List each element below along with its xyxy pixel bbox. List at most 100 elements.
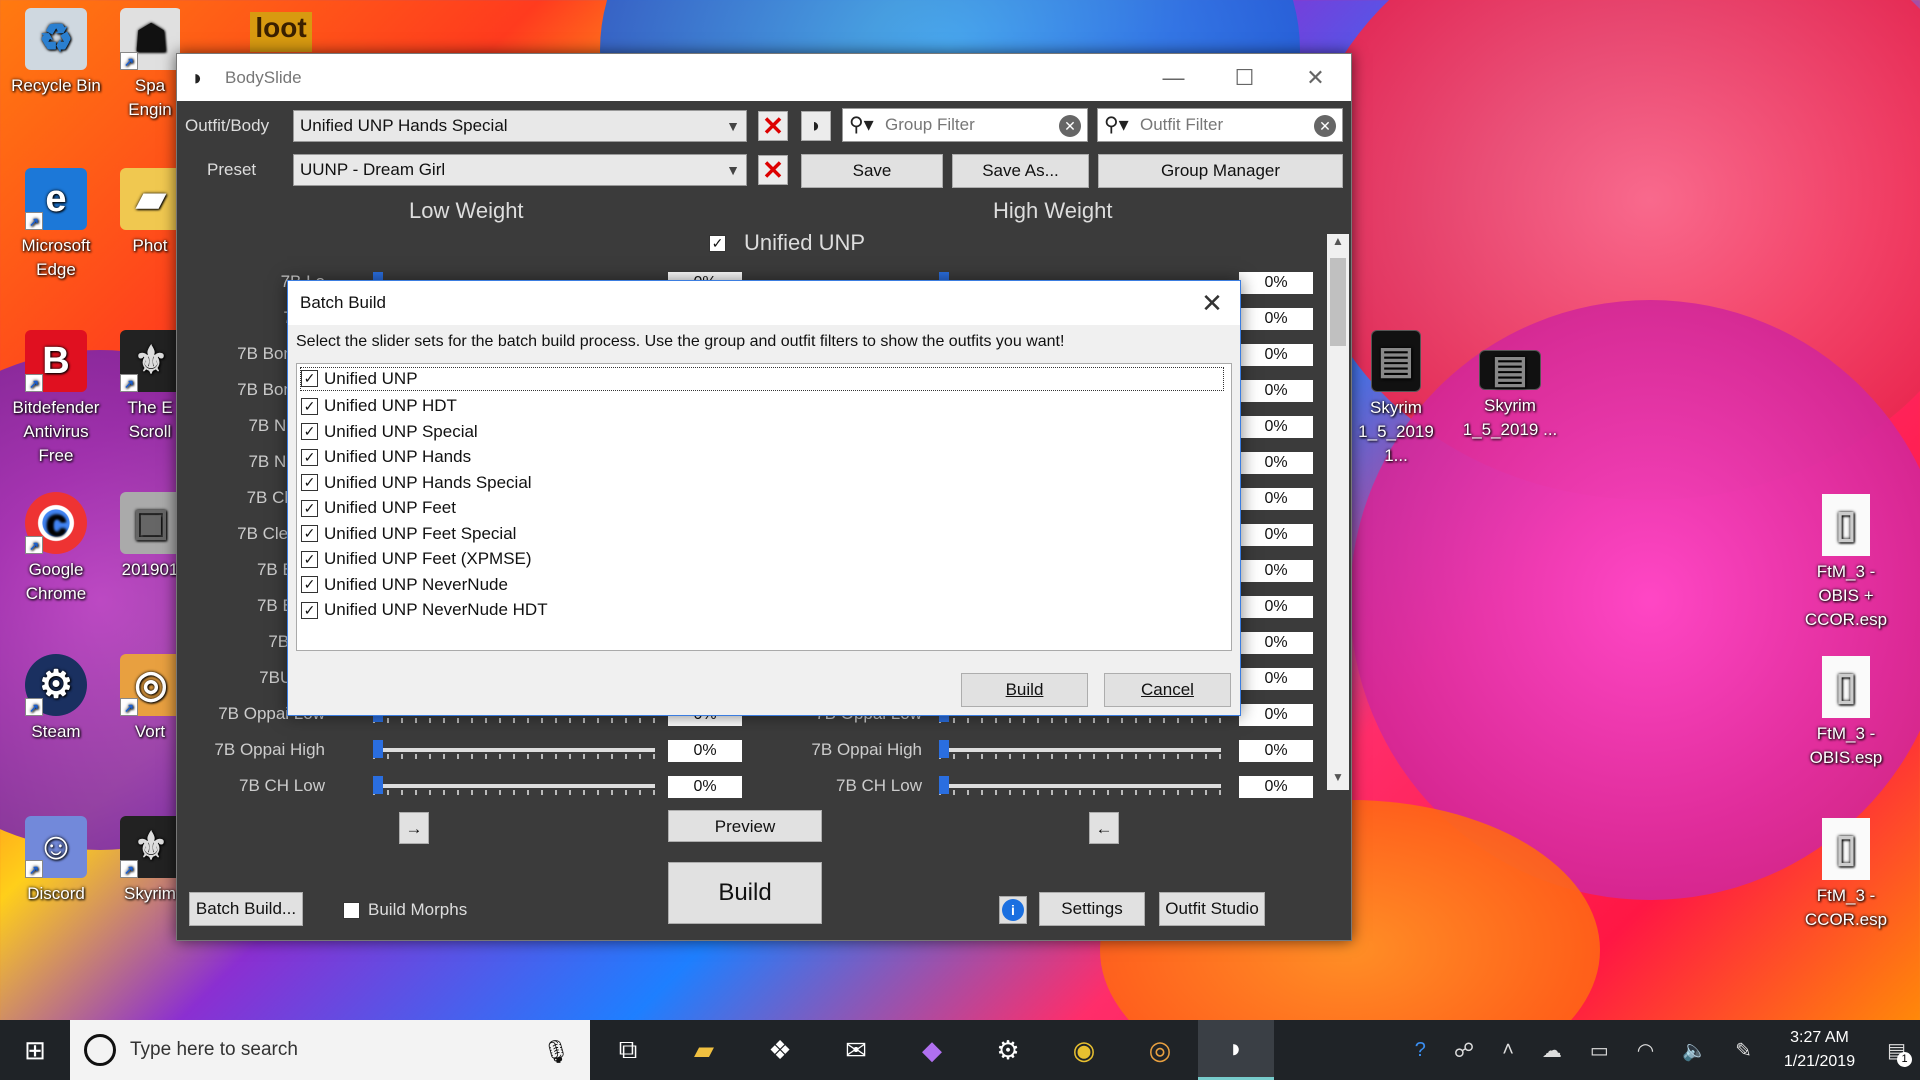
build-morphs-checkbox[interactable]	[343, 901, 360, 919]
clear-group-filter-icon[interactable]: ✕	[1059, 115, 1081, 137]
high-weight-value[interactable]: 0%	[1239, 776, 1313, 798]
outfit-studio-button[interactable]: Outfit Studio	[1159, 892, 1265, 926]
microphone-icon[interactable]: 🎙	[542, 1036, 570, 1068]
action-center-icon[interactable]: ▤ 1	[1887, 1038, 1912, 1067]
slider-set-item-checkbox[interactable]: ✓	[301, 474, 318, 492]
task-view-icon[interactable]: ⧉	[590, 1020, 666, 1080]
slider-set-item-checkbox[interactable]: ✓	[301, 576, 318, 594]
high-weight-value[interactable]: 0%	[1239, 488, 1313, 510]
desktop-icon-201901[interactable]: ▣ 201901	[120, 492, 180, 582]
bodyslide-taskbar-icon[interactable]: ◗	[1198, 1020, 1274, 1080]
scroll-up-icon[interactable]: ▲	[1327, 234, 1349, 254]
group-manager-button[interactable]: Group Manager	[1098, 154, 1343, 188]
desktop-icon-edge[interactable]: e ↗ Microsoft Edge	[8, 168, 104, 282]
high-weight-slider[interactable]	[939, 776, 1221, 796]
info-button[interactable]: i	[999, 896, 1027, 924]
high-weight-slider[interactable]	[939, 740, 1221, 760]
desktop-icon-ftm-obis-ccor[interactable]: ▯ FtM_3 - OBIS + CCOR.esp	[1798, 494, 1894, 632]
desktop-icon-vortex[interactable]: ◎ ↗ Vort	[120, 654, 180, 744]
preset-select[interactable]: UUNP - Dream Girl ▼	[293, 154, 747, 186]
sliders-scrollbar[interactable]: ▲ ▼	[1327, 234, 1349, 790]
battery-icon[interactable]: ▭	[1590, 1038, 1609, 1063]
slider-set-list[interactable]: ✓ Unified UNP ✓ Unified UNP HDT ✓ Unified UNP…	[296, 363, 1232, 651]
slider-knob[interactable]	[373, 776, 383, 794]
dialog-build-button[interactable]: Build	[961, 673, 1088, 707]
desktop-icon-spa-engine[interactable]: ☗ ↗ Spa Engin	[120, 8, 180, 122]
high-weight-value[interactable]: 0%	[1239, 632, 1313, 654]
slider-set-item-checkbox[interactable]: ✓	[301, 397, 318, 415]
high-weight-value[interactable]: 0%	[1239, 560, 1313, 582]
taskbar-clock[interactable]: 3:27 AM 1/21/2019	[1784, 1026, 1855, 1074]
slider-set-item[interactable]: ✓ Unified UNP Feet	[297, 496, 1231, 522]
close-button[interactable]: ✕	[1280, 65, 1351, 91]
steam-taskbar-icon[interactable]: ⚙	[970, 1020, 1046, 1080]
high-weight-value[interactable]: 0%	[1239, 704, 1313, 726]
slider-set-item[interactable]: ✓ Unified UNP Feet Special	[297, 521, 1231, 547]
taskbar-search-box[interactable]: Type here to search 🎙	[70, 1020, 590, 1080]
high-weight-value[interactable]: 0%	[1239, 380, 1313, 402]
low-weight-slider[interactable]	[373, 740, 655, 760]
desktop-icon-skyrim-screenshot-2[interactable]: ▤ Skyrim 1_5_2019 ...	[1462, 330, 1558, 442]
settings-button[interactable]: Settings	[1039, 892, 1145, 926]
dialog-cancel-button[interactable]: Cancel	[1104, 673, 1231, 707]
slider-set-item-checkbox[interactable]: ✓	[301, 370, 318, 388]
high-weight-value[interactable]: 0%	[1239, 668, 1313, 690]
preview-button[interactable]: Preview	[668, 810, 822, 842]
low-weight-slider[interactable]	[373, 776, 655, 796]
slider-set-item[interactable]: ✓ Unified UNP Hands Special	[297, 470, 1231, 496]
build-morphs-option[interactable]: Build Morphs	[343, 900, 467, 920]
minimize-button[interactable]: —	[1138, 65, 1209, 91]
slider-set-item[interactable]: ✓ Unified UNP Feet (XPMSE)	[297, 547, 1231, 573]
vortex-taskbar-icon[interactable]: ◎	[1122, 1020, 1198, 1080]
desktop-icon-steam[interactable]: ⚙ ↗ Steam	[8, 654, 104, 744]
volume-icon[interactable]: 🔈	[1682, 1038, 1707, 1063]
chrome-taskbar-icon[interactable]: ◉	[1046, 1020, 1122, 1080]
high-weight-value[interactable]: 0%	[1239, 452, 1313, 474]
save-button[interactable]: Save	[801, 154, 943, 188]
onedrive-icon[interactable]: ☁	[1542, 1038, 1562, 1063]
mail-icon[interactable]: ✉	[818, 1020, 894, 1080]
scrollbar-thumb[interactable]	[1330, 258, 1346, 346]
desktop-icon-discord[interactable]: ☺ ↗ Discord	[8, 816, 104, 906]
slider-set-item-checkbox[interactable]: ✓	[301, 499, 318, 517]
window-titlebar[interactable]: ◗ BodySlide — ☐ ✕	[177, 54, 1351, 101]
high-weight-value[interactable]: 0%	[1239, 344, 1313, 366]
desktop-icon-ftm-obis[interactable]: ▯ FtM_3 - OBIS.esp	[1798, 656, 1894, 770]
high-weight-value[interactable]: 0%	[1239, 740, 1313, 762]
loot-icon[interactable]: loot	[250, 12, 312, 52]
chevron-up-icon[interactable]: ˄	[1502, 1039, 1514, 1062]
desktop-icon-chrome[interactable]: c ↗ Google Chrome	[8, 492, 104, 606]
file-explorer-icon[interactable]: ▰	[666, 1020, 742, 1080]
slider-set-item-checkbox[interactable]: ✓	[301, 448, 318, 466]
scroll-down-icon[interactable]: ▼	[1327, 770, 1349, 790]
slider-set-checkbox[interactable]: ✓	[709, 234, 726, 252]
slider-set-item[interactable]: ✓ Unified UNP HDT	[297, 394, 1231, 420]
start-button[interactable]: ⊞	[0, 1035, 70, 1066]
high-weight-value[interactable]: 0%	[1239, 272, 1313, 294]
high-weight-value[interactable]: 0%	[1239, 596, 1313, 618]
desktop-icon-bitdefender[interactable]: B ↗ Bitdefender Antivirus Free	[8, 330, 104, 468]
slider-set-item-checkbox[interactable]: ✓	[301, 423, 318, 441]
desktop-icon-skyrim-screenshot-1[interactable]: ▤ Skyrim 1_5_2019 1...	[1348, 330, 1444, 468]
build-button[interactable]: Build	[668, 862, 822, 924]
clear-preset-button[interactable]: ✕	[758, 155, 788, 185]
high-weight-value[interactable]: 0%	[1239, 308, 1313, 330]
dialog-close-icon[interactable]: ✕	[1184, 288, 1240, 319]
high-weight-value[interactable]: 0%	[1239, 524, 1313, 546]
slider-knob[interactable]	[373, 740, 383, 758]
slider-set-item-checkbox[interactable]: ✓	[301, 550, 318, 568]
help-icon[interactable]: ?	[1415, 1039, 1426, 1062]
copy-right-button[interactable]: →	[399, 812, 429, 844]
high-weight-value[interactable]: 0%	[1239, 416, 1313, 438]
clear-outfit-filter-icon[interactable]: ✕	[1314, 115, 1336, 137]
slider-set-item[interactable]: ✓ Unified UNP Special	[297, 419, 1231, 445]
desktop-icon-skyrim[interactable]: ⚜ ↗ Skyrim	[120, 816, 180, 906]
pen-icon[interactable]: ✎	[1735, 1038, 1752, 1063]
desktop-icon-ftm-ccor[interactable]: ▯ FtM_3 - CCOR.esp	[1798, 818, 1894, 932]
copy-left-button[interactable]: ←	[1089, 812, 1119, 844]
dropbox-icon[interactable]: ❖	[742, 1020, 818, 1080]
slider-knob[interactable]	[939, 740, 949, 758]
people-icon[interactable]: ☍	[1454, 1038, 1474, 1063]
games-icon[interactable]: ◆	[894, 1020, 970, 1080]
slider-set-item[interactable]: ✓ Unified UNP	[299, 366, 1225, 392]
